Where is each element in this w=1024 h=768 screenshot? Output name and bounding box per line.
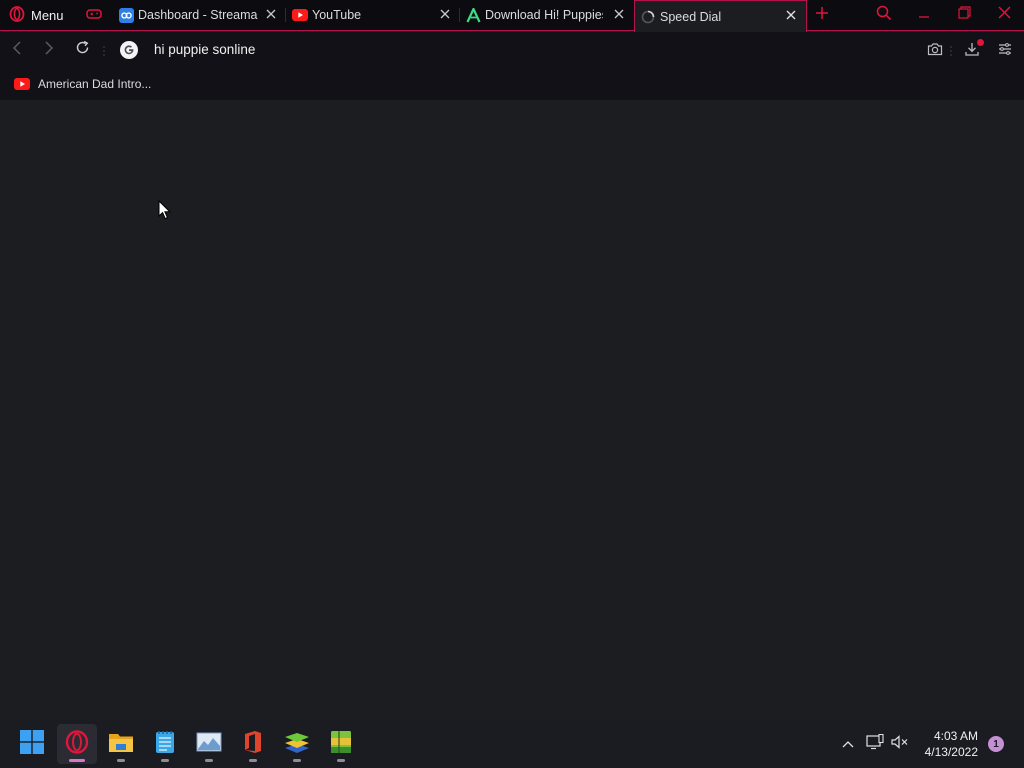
game-controller-icon (86, 7, 102, 24)
running-indicator (337, 759, 345, 762)
network-status-button[interactable] (865, 733, 885, 755)
volume-muted-icon (891, 734, 909, 754)
running-indicator (205, 759, 213, 762)
mouse-cursor-icon (158, 199, 172, 225)
settings-sliders-icon (998, 42, 1012, 60)
volume-button[interactable] (890, 734, 910, 754)
chevron-right-icon (44, 40, 54, 60)
page-content (0, 100, 1024, 720)
bluestacks-icon (284, 730, 310, 759)
camera-icon (927, 42, 943, 61)
clock-time: 4:03 AM (933, 729, 978, 743)
reload-icon (75, 40, 90, 60)
running-indicator (293, 759, 301, 762)
tab-dashboard-streamable[interactable]: Dashboard - Streamab (112, 0, 284, 30)
youtube-icon (292, 9, 308, 21)
chevron-left-icon (12, 40, 22, 60)
youtube-icon (14, 78, 30, 90)
taskbar-opera[interactable] (57, 724, 97, 764)
google-icon (119, 40, 139, 60)
close-icon (998, 6, 1011, 24)
opera-menu-button[interactable]: Menu (0, 0, 74, 30)
taskbar-office[interactable] (233, 724, 273, 764)
snapshot-button[interactable] (925, 41, 945, 61)
running-indicator (117, 759, 125, 762)
taskbar-photos[interactable] (189, 724, 229, 764)
opera-logo-icon (65, 729, 89, 759)
taskbar-file-explorer[interactable] (101, 724, 141, 764)
back-button[interactable] (8, 40, 26, 60)
loading-spinner-icon (641, 10, 655, 24)
taskbar: 4:03 AM 4/13/2022 (0, 720, 1024, 768)
downloads-button[interactable] (962, 39, 984, 61)
tab-download-hi-puppies[interactable]: Download Hi! Puppies (460, 0, 632, 30)
search-tabs-button[interactable] (864, 0, 904, 30)
tab-speed-dial[interactable]: Speed Dial (634, 0, 807, 32)
windows-logo-icon (20, 729, 44, 759)
tab-pinned-game[interactable] (80, 0, 108, 30)
address-input[interactable]: hi puppie sonline (154, 42, 255, 57)
tab-label: Dashboard - Streamab (138, 8, 258, 22)
menu-label: Menu (31, 7, 64, 23)
minimize-icon (918, 6, 930, 24)
reload-button[interactable] (73, 40, 91, 60)
streamable-icon (119, 7, 134, 23)
download-badge (977, 39, 984, 46)
android-a-icon (466, 7, 481, 23)
bookmarks-bar: American Dad Intro... (0, 68, 1024, 100)
search-icon (876, 5, 892, 26)
close-window-button[interactable] (984, 0, 1024, 30)
show-hidden-icons-button[interactable] (838, 734, 858, 754)
separator-dots (950, 44, 952, 56)
folder-icon (108, 731, 134, 758)
close-icon[interactable] (264, 7, 278, 21)
easy-setup-button[interactable] (995, 41, 1015, 61)
office-icon (243, 730, 263, 759)
notification-badge[interactable]: 1 (988, 736, 1004, 752)
forward-button[interactable] (40, 40, 58, 60)
taskbar-clock[interactable]: 4:03 AM 4/13/2022 (925, 728, 978, 760)
bookmark-label: American Dad Intro... (38, 77, 152, 91)
tab-bar: Menu Dashboard - Streamab YouTube Downlo (0, 0, 1024, 32)
close-icon[interactable] (612, 7, 626, 21)
separator-dots (103, 44, 105, 56)
chevron-up-icon (842, 735, 854, 753)
network-icon (866, 733, 884, 755)
tab-label: YouTube (312, 8, 362, 22)
notepad-icon (155, 730, 175, 759)
plus-icon (815, 6, 829, 25)
tab-label: Download Hi! Puppies (485, 8, 603, 22)
tab-label: Speed Dial (660, 9, 722, 24)
tab-youtube[interactable]: YouTube (286, 0, 458, 30)
taskbar-winrar[interactable] (321, 724, 361, 764)
winrar-icon (330, 730, 352, 759)
address-bar: hi puppie sonline (0, 32, 1024, 68)
minimize-button[interactable] (904, 0, 944, 30)
restore-button[interactable] (944, 0, 984, 30)
taskbar-notepad[interactable] (145, 724, 185, 764)
bookmark-item[interactable]: American Dad Intro... (14, 75, 151, 93)
active-indicator (69, 759, 85, 762)
new-tab-button[interactable] (802, 0, 842, 30)
close-icon[interactable] (438, 7, 452, 21)
photos-icon (196, 732, 222, 757)
start-button[interactable] (12, 724, 52, 764)
close-icon[interactable] (784, 8, 798, 22)
running-indicator (249, 759, 257, 762)
taskbar-bluestacks[interactable] (277, 724, 317, 764)
restore-icon (957, 6, 971, 24)
clock-date: 4/13/2022 (924, 745, 978, 759)
running-indicator (161, 759, 169, 762)
opera-logo-icon (9, 5, 25, 25)
